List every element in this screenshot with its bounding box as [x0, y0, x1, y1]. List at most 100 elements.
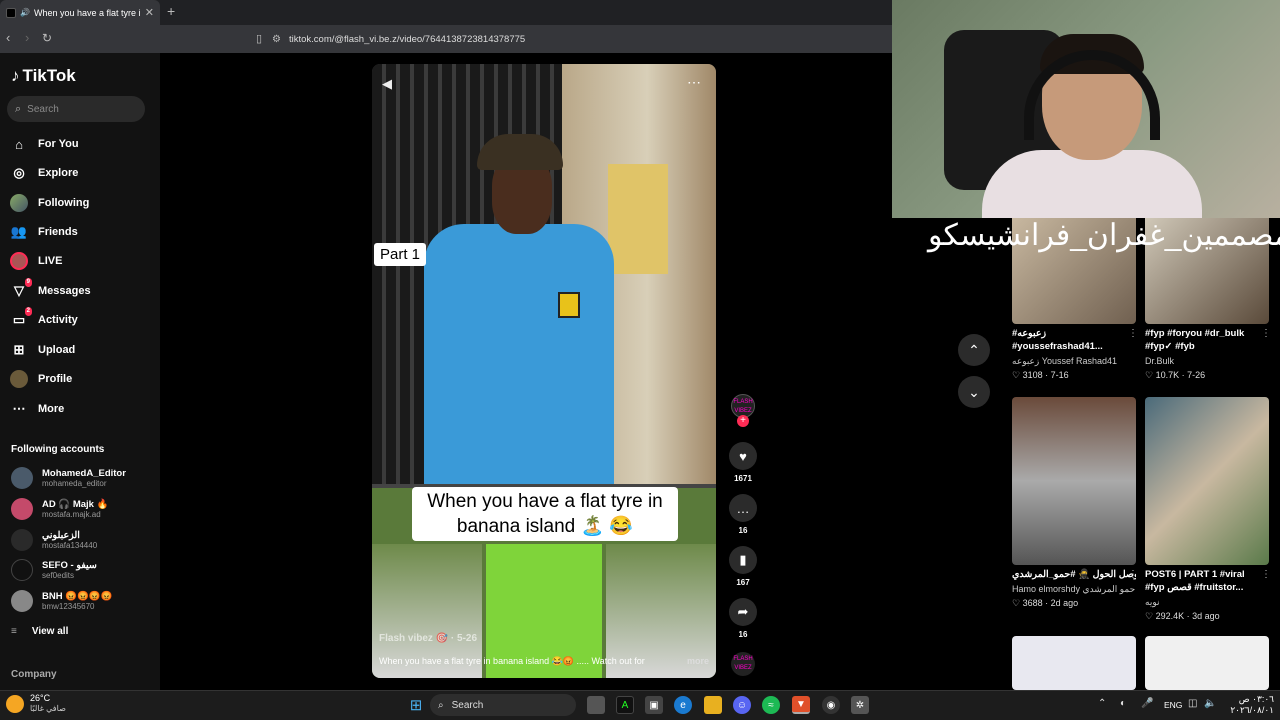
company-link[interactable]: Company	[11, 669, 57, 680]
video-player[interactable]	[372, 64, 716, 678]
video-stats: ♡ 292.4K · 3d ago	[1145, 611, 1220, 621]
sidebar-item-more[interactable]: ⋯ More	[10, 399, 65, 419]
comment-action[interactable]: … 16	[729, 494, 757, 535]
post-date: 7-26	[1187, 370, 1206, 380]
recommended-video-card[interactable]: ⋮ وصل الحول 🥷 #حمو_المرشدي Hamo elmorshd…	[1012, 397, 1138, 609]
account-handle: mostafa.majk.ad	[42, 509, 101, 519]
messages-badge: 9	[24, 278, 32, 287]
kebab-icon[interactable]: ⋮	[1261, 328, 1271, 339]
task-view-icon[interactable]	[587, 696, 605, 714]
store-icon[interactable]: ▣	[645, 696, 663, 714]
recommended-video-card[interactable]	[1012, 636, 1136, 690]
volume-icon[interactable]: ◀	[382, 76, 392, 92]
sidebar-item-label: Activity	[38, 314, 78, 326]
video-options-icon[interactable]: ⋯	[687, 74, 701, 91]
volume-icon[interactable]: 🔈	[1204, 698, 1216, 709]
tiktok-note-icon: ♪	[11, 66, 20, 85]
brave-icon[interactable]: ▼	[792, 696, 810, 714]
recommended-video-card[interactable]: ⋮ POST6 | PART 1 #viral #fyp قصص #fruits…	[1145, 397, 1271, 622]
streamer-shirt-graphic	[982, 150, 1202, 218]
app-icon[interactable]: A	[616, 696, 634, 714]
sidebar-item-friends[interactable]: 👥 Friends	[10, 222, 78, 242]
back-icon[interactable]: ‹	[6, 30, 10, 45]
sidebar-item-upload[interactable]: ⊞ Upload	[10, 340, 76, 360]
description-text: When you have a flat tyre in banana isla…	[379, 656, 645, 666]
weather-widget[interactable]: 26°C صافي غالبًا	[6, 693, 66, 714]
save-action[interactable]: ▮ 167	[729, 546, 757, 587]
previous-video-button[interactable]: ⌃	[958, 334, 990, 366]
sidebar-item-following[interactable]: Following	[10, 193, 89, 213]
sidebar-item-activity[interactable]: ▭ 2 Activity	[10, 307, 78, 330]
heart-icon: ♥	[729, 442, 757, 470]
like-count: 1671	[734, 474, 752, 483]
following-account[interactable]: MohamedA_Editor mohameda_editor	[11, 467, 126, 489]
account-handle: mostafa134440	[42, 540, 98, 550]
new-tab-button[interactable]: +	[167, 3, 175, 19]
network-icon[interactable]: ◫	[1188, 698, 1197, 709]
view-all-link[interactable]: ≡ View all	[11, 626, 68, 637]
like-action[interactable]: ♥ 1671	[729, 442, 757, 483]
guard-shirt-graphic	[424, 224, 614, 484]
spotify-icon[interactable]: ≈	[762, 696, 780, 714]
sidebar-item-live[interactable]: LIVE	[10, 251, 62, 271]
obs-icon[interactable]: ◉	[822, 696, 840, 714]
like-count: 10.7K	[1155, 370, 1180, 380]
discord-icon[interactable]: ☺	[733, 696, 751, 714]
kebab-icon[interactable]: ⋮	[1128, 569, 1138, 580]
compass-icon: ◎	[13, 165, 25, 180]
search-icon: ⌕	[15, 102, 22, 115]
following-account[interactable]: الزعبلوني mostafa134440	[11, 529, 97, 551]
video-thumbnail	[1145, 397, 1269, 565]
microphone-icon[interactable]: 🎤	[1141, 698, 1153, 709]
clock[interactable]: ٠٣:٠٦ ص ٢٠٢٦/٠٨/٠١	[1224, 694, 1274, 716]
guard-cap-graphic	[477, 134, 563, 170]
following-account[interactable]: AD 🎧 Majk 🔥 mostafa.majk.ad	[11, 498, 108, 520]
close-tab-icon[interactable]: ✕	[145, 6, 154, 19]
account-name: SEFO - سيفو	[42, 559, 97, 571]
weather-condition: صافي غالبًا	[30, 704, 66, 713]
account-name: BNH 😡😡😡😡	[42, 590, 113, 602]
bookmark-icon[interactable]: ▯	[256, 32, 262, 45]
sidebar-item-for-you[interactable]: ⌂ For You	[10, 134, 78, 154]
file-explorer-icon[interactable]	[704, 696, 722, 714]
sidebar-item-explore[interactable]: ◎ Explore	[10, 163, 78, 183]
speaker-icon[interactable]: 🔊	[20, 8, 30, 17]
tray-overflow-icon[interactable]: ⌃	[1098, 698, 1106, 709]
shoulder-badge-graphic	[558, 292, 580, 318]
search-input[interactable]: ⌕ Search	[7, 96, 145, 122]
reload-icon[interactable]: ↻	[42, 31, 52, 45]
kebab-icon[interactable]: ⋮	[1128, 328, 1138, 339]
sidebar-item-messages[interactable]: ▽ 9 Messages	[10, 278, 91, 301]
kebab-icon[interactable]: ⋮	[1261, 569, 1271, 580]
forward-icon[interactable]: ›	[25, 30, 29, 45]
language-indicator[interactable]: ENG	[1164, 700, 1182, 710]
following-account[interactable]: SEFO - سيفو sef0edits	[11, 559, 97, 581]
sidebar-item-label: Following	[38, 197, 90, 209]
recommended-video-card[interactable]	[1145, 636, 1269, 690]
sidebar-item-label: Messages	[38, 285, 91, 297]
comment-count: 16	[738, 526, 748, 535]
video-author[interactable]: Flash vibez 🎯 · 5-26	[379, 633, 477, 644]
sidebar-item-profile[interactable]: Profile	[10, 369, 72, 389]
live-icon	[10, 252, 28, 270]
address-bar[interactable]: ⚙ tiktok.com/@flash_vi.be.z/video/764413…	[272, 29, 892, 49]
app-icon[interactable]: ✲	[851, 696, 869, 714]
windows-start-icon[interactable]: ⊞	[407, 696, 425, 714]
following-account[interactable]: BNH 😡😡😡😡 bmw12345670	[11, 590, 113, 612]
avatar	[11, 467, 33, 489]
edge-icon[interactable]: e	[674, 696, 692, 714]
more-link[interactable]: more	[687, 656, 709, 667]
browser-tab[interactable]: 🔊 When you have a flat tyre in l ✕	[0, 0, 160, 25]
taskbar-search[interactable]: ⌕ Search	[430, 694, 576, 716]
share-action[interactable]: ➦ 16	[729, 598, 757, 639]
site-info-icon[interactable]: ⚙	[272, 34, 281, 45]
like-count: 3108	[1022, 370, 1043, 380]
account-name: MohamedA_Editor	[42, 467, 126, 479]
next-video-button[interactable]: ⌄	[958, 376, 990, 408]
follow-button[interactable]: +	[737, 415, 749, 427]
music-disc[interactable]: FLASH VIBEZ	[731, 652, 755, 676]
taskbar	[0, 690, 1280, 720]
tiktok-logo[interactable]: ♪ TikTok	[11, 66, 76, 86]
battery-icon[interactable]: ◐	[1120, 698, 1126, 709]
bookmark-icon: ▮	[729, 546, 757, 574]
